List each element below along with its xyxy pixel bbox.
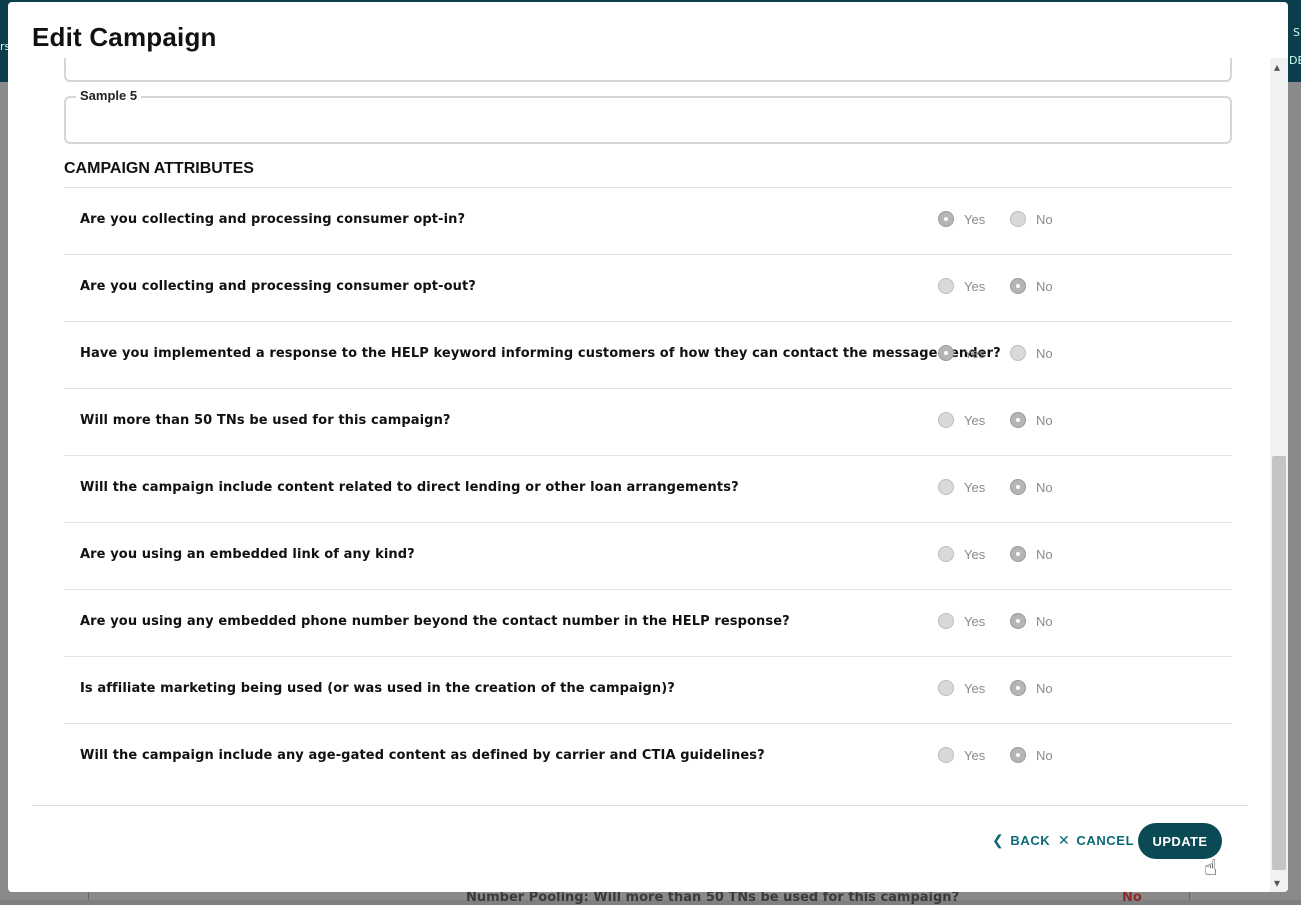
radio-label: Yes — [964, 747, 986, 763]
radio-no[interactable]: No — [1010, 680, 1053, 696]
radio-button-icon[interactable] — [1010, 479, 1026, 495]
update-label: UPDATE — [1152, 833, 1208, 849]
footer-divider — [32, 805, 1248, 806]
radio-yes[interactable]: Yes — [938, 211, 985, 227]
radio-no[interactable]: No — [1010, 278, 1053, 294]
radio-button-icon[interactable] — [938, 747, 954, 763]
campaign-attributes-list: Are you collecting and processing consum… — [64, 187, 1232, 790]
radio-yes[interactable]: Yes — [938, 412, 985, 428]
radio-button-icon[interactable] — [1010, 680, 1026, 696]
attribute-row: Will the campaign include content relate… — [64, 455, 1232, 522]
attribute-question: Will more than 50 TNs be used for this c… — [80, 413, 451, 428]
attribute-row: Are you collecting and processing consum… — [64, 254, 1232, 321]
radio-no[interactable]: No — [1010, 546, 1053, 562]
radio-label: No — [1036, 613, 1053, 629]
radio-no[interactable]: No — [1010, 345, 1053, 361]
attribute-question: Are you using an embedded link of any ki… — [80, 547, 415, 562]
section-heading: CAMPAIGN ATTRIBUTES — [64, 160, 254, 177]
radio-button-icon[interactable] — [1010, 747, 1026, 763]
radio-label: Yes — [964, 412, 986, 428]
back-label: BACK — [1010, 833, 1051, 848]
radio-label: Yes — [964, 613, 986, 629]
attribute-row: Are you using any embedded phone number … — [64, 589, 1232, 656]
sample-5-field[interactable]: Sample 5 — [64, 88, 1232, 144]
radio-button-icon[interactable] — [938, 546, 954, 562]
radio-label: Yes — [964, 345, 986, 361]
modal-body[interactable]: Sample 5 CAMPAIGN ATTRIBUTES Are you col… — [8, 58, 1270, 803]
attribute-question: Will the campaign include content relate… — [80, 480, 739, 495]
radio-no[interactable]: No — [1010, 211, 1053, 227]
attribute-row: Will the campaign include any age-gated … — [64, 723, 1232, 790]
radio-label: No — [1036, 747, 1053, 763]
radio-no[interactable]: No — [1010, 412, 1053, 428]
radio-label: No — [1036, 546, 1053, 562]
radio-label: No — [1036, 479, 1053, 495]
background-row-text: Number Pooling: Will more than 50 TNs be… — [466, 890, 960, 905]
radio-button-icon[interactable] — [938, 680, 954, 696]
background-row-value: No — [1122, 890, 1142, 905]
radio-button-icon[interactable] — [1010, 278, 1026, 294]
attribute-row: Will more than 50 TNs be used for this c… — [64, 388, 1232, 455]
attribute-question: Is affiliate marketing being used (or wa… — [80, 681, 675, 696]
radio-button-icon[interactable] — [938, 211, 954, 227]
radio-button-icon[interactable] — [938, 613, 954, 629]
radio-label: Yes — [964, 211, 986, 227]
radio-no[interactable]: No — [1010, 479, 1053, 495]
radio-yes[interactable]: Yes — [938, 613, 985, 629]
modal-title: Edit Campaign — [32, 22, 217, 52]
radio-yes[interactable]: Yes — [938, 680, 985, 696]
radio-label: Yes — [964, 479, 986, 495]
scroll-up-arrow-icon[interactable]: ▴ — [1274, 60, 1280, 74]
radio-button-icon[interactable] — [938, 345, 954, 361]
radio-label: No — [1036, 278, 1053, 294]
background-header-fragment-2: DE — [1289, 54, 1301, 67]
radio-label: No — [1036, 211, 1053, 227]
radio-no[interactable]: No — [1010, 613, 1053, 629]
radio-button-icon[interactable] — [938, 479, 954, 495]
attribute-question: Will the campaign include any age-gated … — [80, 748, 765, 763]
back-button[interactable]: ❮ BACK — [992, 832, 1050, 849]
attribute-row: Are you using an embedded link of any ki… — [64, 522, 1232, 589]
radio-button-icon[interactable] — [1010, 211, 1026, 227]
radio-yes[interactable]: Yes — [938, 479, 985, 495]
close-icon: ✕ — [1058, 832, 1071, 848]
scroll-thumb[interactable] — [1272, 456, 1286, 870]
radio-button-icon[interactable] — [1010, 546, 1026, 562]
attribute-row: Is affiliate marketing being used (or wa… — [64, 656, 1232, 723]
radio-button-icon[interactable] — [1010, 613, 1026, 629]
radio-yes[interactable]: Yes — [938, 278, 985, 294]
chevron-left-icon: ❮ — [992, 832, 1005, 848]
update-button[interactable]: UPDATE — [1138, 823, 1222, 859]
scroll-down-arrow-icon[interactable]: ▾ — [1274, 876, 1280, 890]
attribute-row: Have you implemented a response to the H… — [64, 321, 1232, 388]
radio-label: Yes — [964, 680, 986, 696]
radio-label: Yes — [964, 278, 986, 294]
radio-label: No — [1036, 412, 1053, 428]
attribute-question: Are you using any embedded phone number … — [80, 614, 790, 629]
attribute-question: Are you collecting and processing consum… — [80, 212, 466, 227]
hand-pointer-icon: ☝ — [1204, 856, 1218, 881]
radio-label: No — [1036, 680, 1053, 696]
edit-campaign-modal: Edit Campaign Sample 5 CAMPAIGN ATTRIBUT… — [8, 2, 1288, 892]
sample-5-label: Sample 5 — [76, 88, 142, 103]
radio-yes[interactable]: Yes — [938, 747, 985, 763]
radio-button-icon[interactable] — [938, 278, 954, 294]
attribute-row: Are you collecting and processing consum… — [64, 187, 1232, 254]
background-header-fragment: S — [1293, 26, 1300, 39]
radio-yes[interactable]: Yes — [938, 345, 985, 361]
radio-no[interactable]: No — [1010, 747, 1053, 763]
radio-label: No — [1036, 345, 1053, 361]
attribute-question: Have you implemented a response to the H… — [80, 346, 1001, 361]
sample-4-field[interactable] — [64, 58, 1232, 82]
attribute-question: Are you collecting and processing consum… — [80, 279, 476, 294]
cancel-label: CANCEL — [1076, 833, 1135, 848]
radio-button-icon[interactable] — [938, 412, 954, 428]
radio-button-icon[interactable] — [1010, 345, 1026, 361]
radio-yes[interactable]: Yes — [938, 546, 985, 562]
modal-scrollbar[interactable]: ▴ ▾ — [1270, 58, 1288, 892]
cancel-button[interactable]: ✕ CANCEL — [1058, 832, 1134, 849]
radio-button-icon[interactable] — [1010, 412, 1026, 428]
radio-label: Yes — [964, 546, 986, 562]
